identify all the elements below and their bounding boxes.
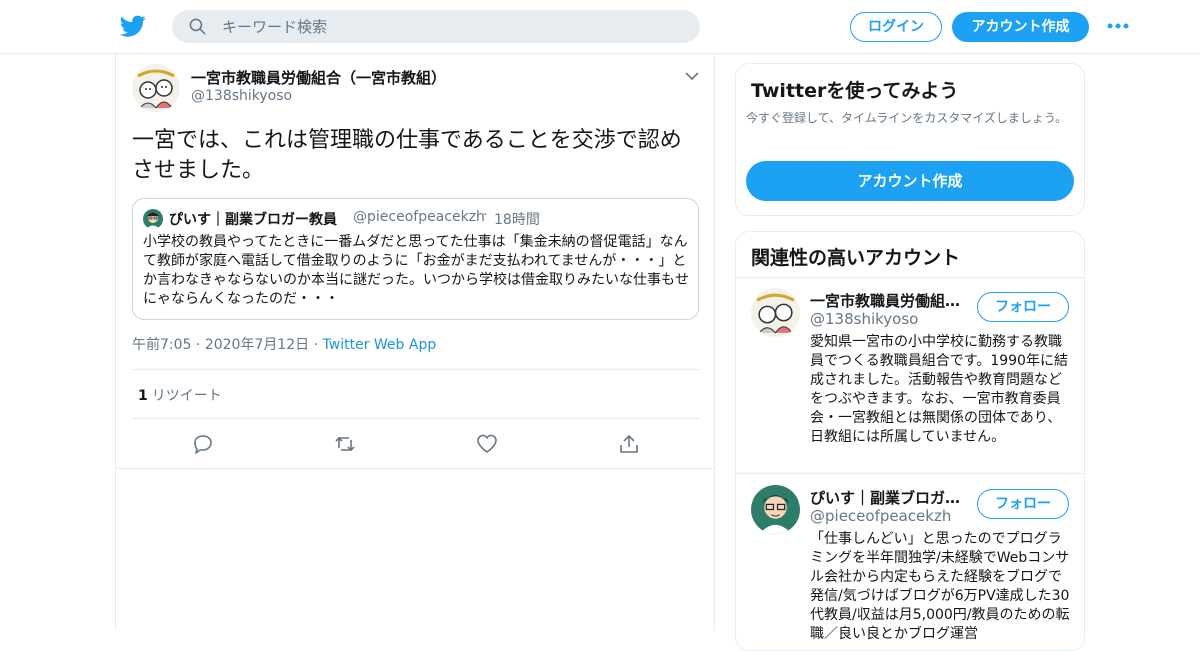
account-handle[interactable]: @138shikyoso <box>810 310 918 328</box>
tweet-source-link[interactable]: Twitter Web App <box>323 337 437 353</box>
avatar-illustration <box>751 288 800 337</box>
account-bio: 愛知県一宮市の小中学校に勤務する教職員でつくる教職員組合です。1990年に結成さ… <box>810 334 1068 445</box>
author-name[interactable]: 一宮市教職員労働組合（一宮市教組） <box>191 67 446 88</box>
tweet-date[interactable]: 2020年7月12日 <box>205 337 309 353</box>
signup-button[interactable]: アカウント作成 <box>952 12 1089 42</box>
search-bar[interactable] <box>172 10 700 43</box>
author-avatar[interactable] <box>132 64 180 112</box>
avatar-illustration <box>143 209 163 229</box>
retweet-label: リツイート <box>151 388 222 404</box>
signup-prompt-card: Twitterを使ってみよう 今すぐ登録して、タイムラインをカスタマイズしましょ… <box>735 63 1085 216</box>
search-icon <box>189 18 206 35</box>
tweet-meta: 午前7:05 · 2020年7月12日 · Twitter Web App <box>132 334 436 354</box>
login-button[interactable]: ログイン <box>850 12 942 42</box>
divider <box>132 418 700 419</box>
reply-icon[interactable] <box>191 432 215 456</box>
quoted-author-name: ぴいす｜副業ブロガー教員 <box>169 212 337 228</box>
divider <box>132 369 700 370</box>
retweet-icon[interactable] <box>333 432 357 456</box>
author-handle[interactable]: @138shikyoso <box>191 88 292 104</box>
tweet-detail: 一宮市教職員労働組合（一宮市教組） @138shikyoso 一宮では、これは管… <box>115 54 715 630</box>
quoted-time: 18時間 <box>494 212 540 228</box>
account-name[interactable]: ぴいす｜副業ブロガー教員 <box>810 487 970 508</box>
signup-card-button[interactable]: アカウント作成 <box>746 161 1074 201</box>
account-handle[interactable]: @pieceofpeacekzh <box>810 507 951 525</box>
more-options-icon[interactable] <box>1105 18 1131 34</box>
retweet-stats[interactable]: 1 リツイート <box>138 385 222 405</box>
search-input[interactable] <box>222 10 682 43</box>
account-avatar[interactable] <box>751 288 800 337</box>
retweet-count: 1 <box>138 388 148 404</box>
account-avatar[interactable] <box>751 485 800 534</box>
like-heart-icon[interactable] <box>475 432 499 456</box>
separator-dot: · <box>195 337 201 353</box>
avatar-illustration <box>132 64 180 112</box>
account-name[interactable]: 一宮市教職員労働組合（一宮市教組） <box>810 290 970 311</box>
quoted-tweet[interactable]: ぴいす｜副業ブロガー教員 @pieceofpeacekzh · 18時間 小学校… <box>132 198 699 320</box>
quoted-text: 小学校の教員やってたときに一番ムダだと思ってた仕事は「集金未納の督促電話」なんて… <box>143 234 689 307</box>
avatar-illustration <box>751 485 800 534</box>
separator-dot: · <box>483 207 488 223</box>
related-accounts-title: 関連性の高いアカウント <box>751 247 961 269</box>
twitter-bird-icon[interactable] <box>120 13 146 39</box>
divider <box>736 473 1084 474</box>
chevron-down-icon[interactable] <box>684 70 700 82</box>
tweet-time[interactable]: 午前7:05 <box>132 337 191 353</box>
follow-button[interactable]: フォロー <box>977 292 1069 322</box>
top-bar: ログイン アカウント作成 <box>0 0 1200 54</box>
related-accounts-card: 関連性の高いアカウント 一宮市教職員労働組合（一宮市教組） @138shikyo… <box>735 231 1085 651</box>
tweet-text: 一宮では、これは管理職の仕事であることを交渉で認めさせました。 <box>132 128 682 183</box>
signup-card-description: 今すぐ登録して、タイムラインをカスタマイズしましょう。 <box>746 111 1068 125</box>
divider <box>736 277 1084 278</box>
quoted-author-avatar <box>143 209 163 229</box>
share-icon[interactable] <box>617 432 641 456</box>
follow-button[interactable]: フォロー <box>977 489 1069 519</box>
separator-dot: · <box>313 337 319 353</box>
signup-card-title: Twitterを使ってみよう <box>751 80 959 102</box>
divider <box>116 468 714 469</box>
quoted-author-handle: @pieceofpeacekzh <box>353 209 485 225</box>
account-bio: 「仕事しんどい」と思ったのでプログラミングを半年間独学/未経験でWebコンサル会… <box>810 531 1070 642</box>
